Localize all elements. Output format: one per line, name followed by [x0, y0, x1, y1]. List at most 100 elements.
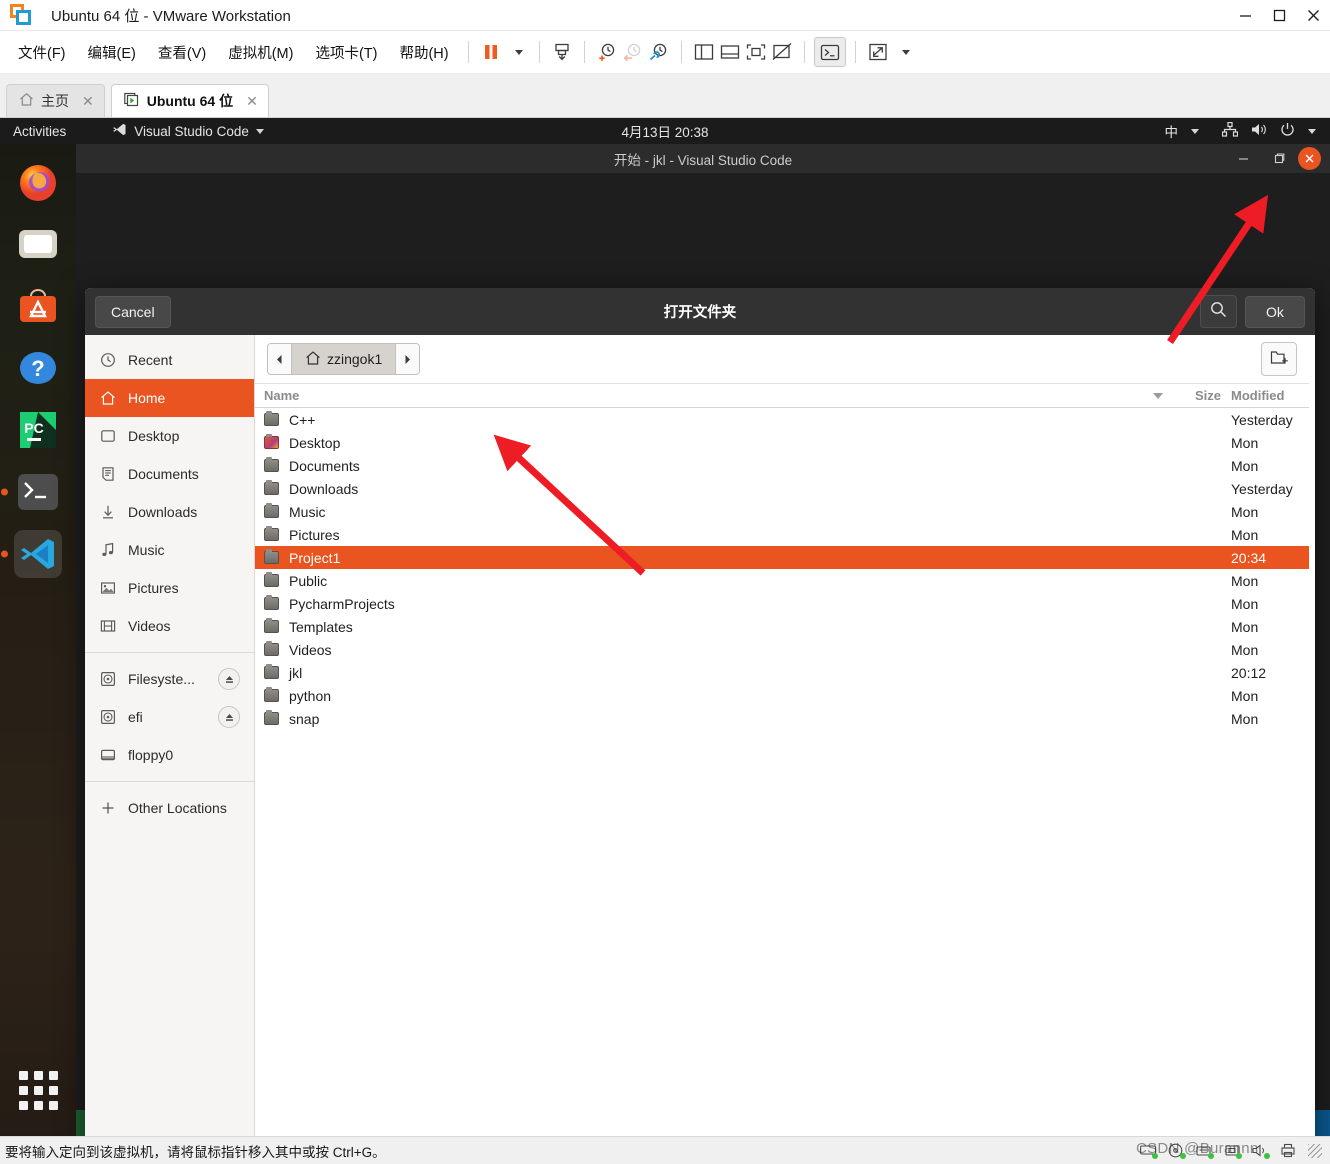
breadcrumb-label: zzingok1	[327, 351, 383, 367]
vm-guest-screen[interactable]: 开始 - jkl - Visual Studio Code ? PC Activ…	[0, 118, 1330, 1136]
table-row[interactable]: PycharmProjects Mon	[255, 592, 1309, 615]
dock-item-visual-studio-code[interactable]	[14, 530, 62, 578]
show-library-button[interactable]	[691, 37, 717, 67]
resize-grip-icon[interactable]	[1308, 1143, 1322, 1158]
file-list[interactable]: C++ Yesterday Desktop Mon Documents Mon Downlo…	[255, 408, 1309, 1136]
sidebar-item-filesystem[interactable]: Filesyste...	[85, 660, 254, 698]
table-row[interactable]: Desktop Mon	[255, 431, 1309, 454]
tab-ubuntu-close-icon[interactable]: ✕	[246, 93, 258, 110]
hide-console-view-button[interactable]	[769, 37, 795, 67]
sidebar-item-documents[interactable]: Documents	[85, 455, 254, 493]
column-header-size[interactable]: Size	[1175, 388, 1221, 403]
table-row[interactable]: C++ Yesterday	[255, 408, 1309, 431]
file-list-scrollbar[interactable]	[1309, 335, 1315, 1136]
eject-button[interactable]	[218, 668, 240, 690]
snapshot-button[interactable]	[549, 37, 575, 67]
dock-item-help[interactable]: ?	[14, 344, 62, 392]
sidebar-item-pictures[interactable]: Pictures	[85, 569, 254, 607]
ok-button[interactable]: Ok	[1245, 295, 1305, 328]
table-row[interactable]: python Mon	[255, 684, 1309, 707]
svg-text:?: ?	[31, 356, 44, 381]
breadcrumb-zzingok1[interactable]: zzingok1	[291, 344, 397, 374]
sidebar-item-videos[interactable]: Videos	[85, 607, 254, 645]
sidebar-item-label: Pictures	[128, 580, 179, 596]
menu-help[interactable]: 帮助(H)	[389, 38, 458, 67]
toolbar-divider	[583, 41, 585, 63]
table-row[interactable]: Downloads Yesterday	[255, 477, 1309, 500]
sidebar-divider	[85, 652, 254, 653]
printer-icon[interactable]	[1280, 1143, 1297, 1158]
sidebar-item-label: Documents	[128, 466, 199, 482]
revert-snapshot-button[interactable]	[620, 37, 646, 67]
table-row[interactable]: Project1 20:34	[255, 546, 1309, 569]
table-row[interactable]: Documents Mon	[255, 454, 1309, 477]
pycharm-icon: PC	[20, 412, 56, 448]
dock-item-pycharm[interactable]: PC	[14, 406, 62, 454]
show-applications-button[interactable]	[14, 1066, 62, 1114]
table-row[interactable]: snap Mon	[255, 707, 1309, 730]
show-thumbnail-bar-button[interactable]	[717, 37, 743, 67]
table-row[interactable]: Pictures Mon	[255, 523, 1309, 546]
sidebar-item-desktop[interactable]: Desktop	[85, 417, 254, 455]
pathbar-row: zzingok1	[255, 335, 1309, 383]
sidebar-item-efi[interactable]: efi	[85, 698, 254, 736]
file-modified-cell: Mon	[1231, 457, 1259, 474]
sidebar-item-downloads[interactable]: Downloads	[85, 493, 254, 531]
vscode-minimize-button[interactable]	[1226, 144, 1260, 173]
manage-snapshots-button[interactable]	[646, 37, 672, 67]
vmware-maximize-button[interactable]	[1262, 0, 1296, 31]
column-header-name[interactable]: Name	[255, 388, 1175, 403]
firefox-icon	[20, 165, 56, 201]
sidebar-item-music[interactable]: Music	[85, 531, 254, 569]
new-folder-button[interactable]	[1261, 342, 1297, 376]
suspend-dropdown-button[interactable]	[504, 37, 530, 67]
menu-tabs[interactable]: 选项卡(T)	[305, 38, 387, 67]
tab-ubuntu-64[interactable]: Ubuntu 64 位 ✕	[110, 84, 269, 117]
chevron-down-icon	[515, 49, 524, 55]
search-button[interactable]	[1200, 295, 1237, 328]
vmware-close-button[interactable]	[1296, 0, 1330, 31]
vmware-minimize-button[interactable]	[1228, 0, 1262, 31]
dock-item-files[interactable]	[14, 220, 62, 268]
table-row[interactable]: Templates Mon	[255, 615, 1309, 638]
menu-file[interactable]: 文件(F)	[8, 38, 76, 67]
table-row[interactable]: Music Mon	[255, 500, 1309, 523]
sidebar-item-recent[interactable]: Recent	[85, 341, 254, 379]
vscode-maximize-button[interactable]	[1262, 144, 1296, 173]
cancel-button[interactable]: Cancel	[95, 295, 171, 328]
menu-edit[interactable]: 编辑(E)	[78, 38, 146, 67]
folder-icon	[264, 572, 279, 587]
menu-vm[interactable]: 虚拟机(M)	[218, 38, 303, 67]
dock-item-ubuntu-software[interactable]	[14, 282, 62, 330]
home-icon	[99, 390, 116, 407]
ubuntu-clock[interactable]: 4月13日 20:38	[0, 121, 1330, 141]
take-snapshot-button[interactable]	[594, 37, 620, 67]
file-modified-cell: Yesterday	[1231, 411, 1293, 428]
show-console-view-button[interactable]	[743, 37, 769, 67]
file-name-cell: PycharmProjects	[255, 595, 1175, 612]
path-forward-button[interactable]	[396, 344, 420, 374]
eject-button[interactable]	[218, 706, 240, 728]
dock-item-terminal[interactable]	[14, 468, 62, 516]
tab-home[interactable]: 主页 ✕	[6, 84, 105, 117]
unity-mode-button[interactable]	[813, 37, 846, 67]
sidebar-item-home[interactable]: Home	[85, 379, 254, 417]
tab-home-close-icon[interactable]: ✕	[82, 93, 94, 110]
table-row[interactable]: Public Mon	[255, 569, 1309, 592]
file-name-label: python	[289, 687, 332, 704]
column-header-modified[interactable]: Modified	[1221, 388, 1309, 403]
vscode-close-button[interactable]	[1298, 147, 1321, 170]
file-name-label: Project1	[289, 549, 341, 566]
fullscreen-dropdown-button[interactable]	[891, 37, 917, 67]
path-back-button[interactable]	[268, 344, 291, 374]
sidebar-item-other-locations[interactable]: Other Locations	[85, 789, 254, 827]
suspend-button[interactable]	[478, 37, 504, 67]
sidebar-item-floppy0[interactable]: floppy0	[85, 736, 254, 774]
dock-item-firefox[interactable]	[14, 158, 62, 206]
csdn-watermark: CSDN @Burannn	[1136, 1140, 1259, 1157]
table-row[interactable]: Videos Mon	[255, 638, 1309, 661]
file-list-column-headers: Name Size Modified	[255, 383, 1309, 408]
table-row[interactable]: jkl 20:12	[255, 661, 1309, 684]
menu-view[interactable]: 查看(V)	[148, 38, 216, 67]
fullscreen-button[interactable]	[865, 37, 891, 67]
